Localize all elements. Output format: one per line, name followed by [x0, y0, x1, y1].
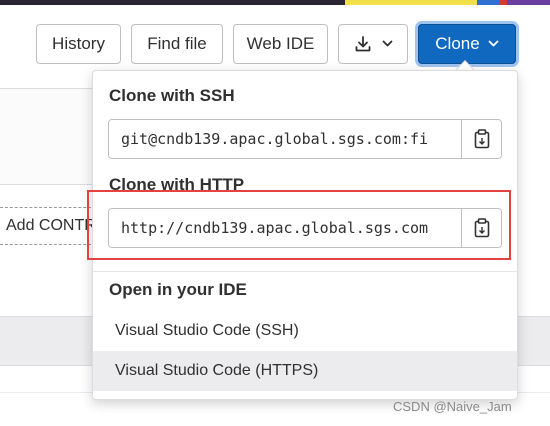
- open-vscode-https-item[interactable]: Visual Studio Code (HTTPS): [93, 351, 517, 391]
- open-in-ide-heading: Open in your IDE: [109, 280, 247, 299]
- add-contributing-input[interactable]: Add CONTRIBUTING: [0, 207, 96, 245]
- history-button[interactable]: History: [36, 24, 121, 64]
- clone-button[interactable]: Clone: [418, 24, 516, 64]
- dropdown-divider: [93, 271, 519, 272]
- download-icon: [354, 35, 372, 53]
- copy-ssh-url-button[interactable]: [461, 120, 501, 158]
- clone-button-label: Clone: [435, 34, 480, 53]
- ssh-url-group: [108, 119, 502, 159]
- watermark: CSDN @Naive_Jam: [393, 399, 512, 414]
- web-ide-button[interactable]: Web IDE: [233, 24, 328, 64]
- open-vscode-ssh-item[interactable]: Visual Studio Code (SSH): [93, 311, 517, 351]
- ssh-url-input[interactable]: [109, 120, 461, 158]
- find-file-button[interactable]: Find file: [131, 24, 223, 64]
- bg-divider: [0, 184, 92, 185]
- clone-ssh-heading: Clone with SSH: [109, 86, 235, 105]
- chevron-down-icon: [488, 40, 499, 48]
- strip-segment-purple: [507, 0, 550, 5]
- highlight-annotation-box: [87, 190, 511, 260]
- download-button[interactable]: [338, 24, 408, 64]
- top-navbar-strip: [0, 0, 550, 5]
- strip-segment-blue: [477, 0, 499, 5]
- strip-segment-yellow: [345, 0, 477, 5]
- strip-segment-red: [499, 0, 507, 5]
- chevron-down-icon: [382, 40, 393, 48]
- bg-panel: [0, 88, 92, 184]
- copy-to-clipboard-icon: [474, 129, 490, 149]
